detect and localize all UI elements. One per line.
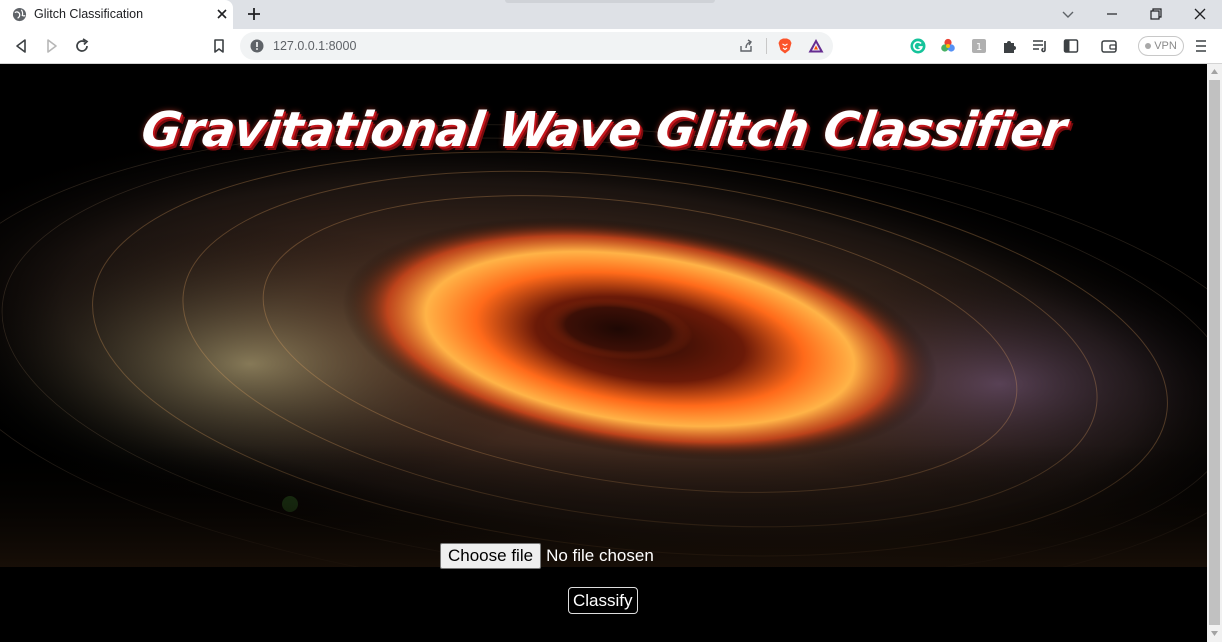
background-tab[interactable] [505,0,715,3]
chevron-down-icon[interactable] [1060,6,1076,22]
new-tab-icon[interactable] [245,5,263,23]
url-text[interactable]: 127.0.0.1:8000 [273,39,356,53]
share-icon[interactable] [738,38,754,54]
extensions-puzzle-icon[interactable] [1001,37,1019,55]
extension-icon[interactable]: 1 [970,37,988,55]
svg-text:1: 1 [976,42,982,53]
close-tab-icon[interactable] [214,6,230,22]
sidebar-icon[interactable] [1062,37,1080,55]
minimize-icon[interactable] [1104,6,1120,22]
tab-glitch-classification[interactable]: Glitch Classification [0,0,233,29]
vpn-status-dot [1145,43,1152,49]
brave-shields-icon[interactable] [776,37,794,55]
restore-icon[interactable] [1148,6,1164,22]
tab-title: Glitch Classification [34,7,144,21]
close-window-icon[interactable] [1192,6,1208,22]
reading-list-icon[interactable] [1031,37,1049,55]
forward-icon[interactable] [43,37,61,55]
back-icon[interactable] [12,37,30,55]
classify-button[interactable]: Classify [568,587,638,614]
vpn-label: VPN [1154,40,1177,52]
grammarly-icon[interactable] [909,37,927,55]
bookmark-icon[interactable] [210,37,228,55]
address-bar[interactable]: 127.0.0.1:8000 [240,32,833,60]
reload-icon[interactable] [73,37,91,55]
file-upload-control[interactable]: Choose file No file chosen [440,543,654,569]
site-info-icon[interactable] [250,39,264,53]
page-title: Gravitational Wave Glitch Classifier [138,102,1069,158]
scroll-down-arrow-icon[interactable] [1210,629,1219,638]
file-status-text: No file chosen [546,546,654,565]
choose-file-button[interactable]: Choose file [440,543,542,569]
page-viewport: Gravitational Wave Glitch Classifier Cho… [0,64,1207,642]
scrollbar-thumb[interactable] [1209,80,1220,625]
brave-rewards-icon[interactable] [807,37,825,55]
globe-icon [12,7,27,22]
wallet-icon[interactable] [1100,37,1118,55]
divider [766,38,767,54]
color-picker-extension-icon[interactable] [939,37,957,55]
tab-strip: Glitch Classification [0,0,1222,29]
menu-icon[interactable] [1192,37,1210,55]
vertical-scrollbar[interactable] [1207,64,1222,642]
vpn-button[interactable]: VPN [1138,36,1184,56]
scroll-up-arrow-icon[interactable] [1210,67,1219,76]
browser-toolbar: 127.0.0.1:8000 1 VPN [0,29,1222,64]
